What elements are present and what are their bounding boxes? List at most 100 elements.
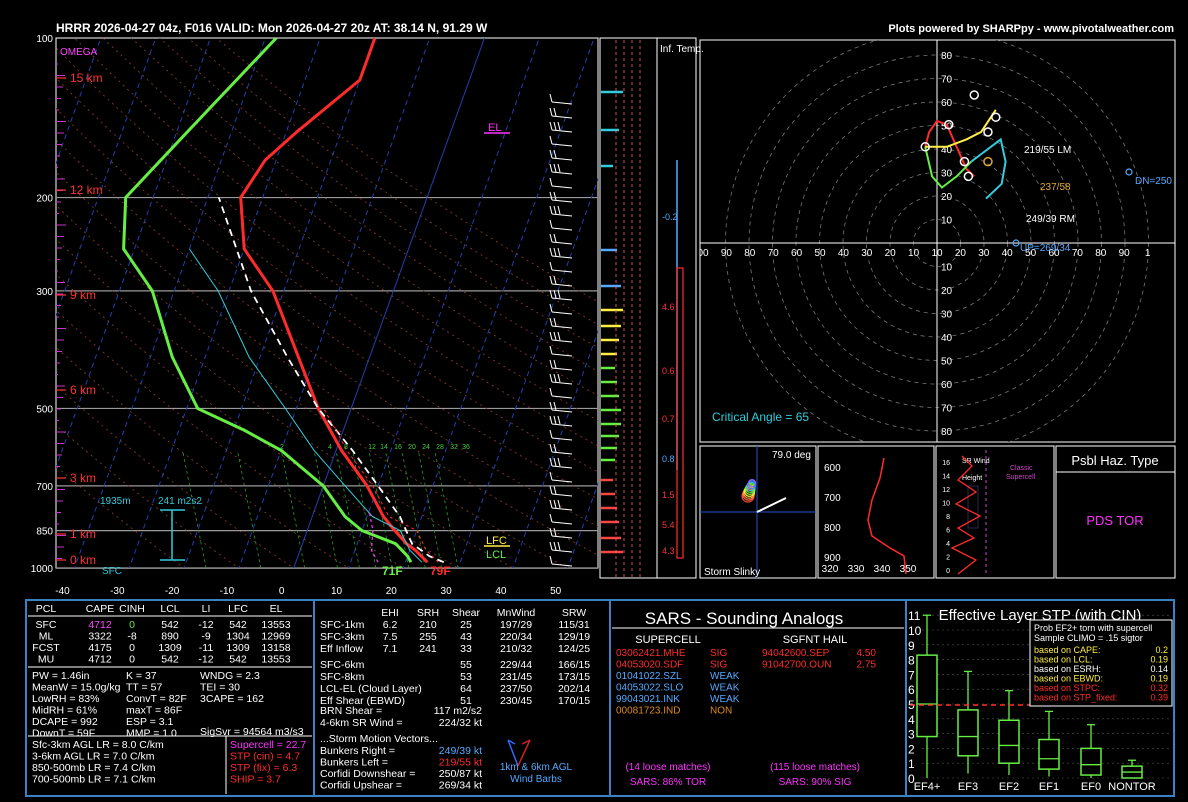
inflow-value: 0.8 <box>662 454 675 464</box>
index-item: ESP = 3.1 <box>126 716 174 728</box>
theta-y-tick: 600 <box>824 463 841 474</box>
dry-adiabat <box>56 77 598 473</box>
srwind-y-tick: 12 <box>942 487 950 494</box>
svg-text:124/25: 124/25 <box>558 643 590 655</box>
kinematic-header: SRW <box>562 607 586 619</box>
hodo-marker <box>969 90 979 100</box>
srwind-y-tick: 8 <box>946 514 950 521</box>
hodo-segment <box>970 137 1007 200</box>
hodo-axis-label: 30 <box>861 248 873 259</box>
wind-barb <box>549 163 573 175</box>
kinematic-header: EHI <box>381 607 399 619</box>
wind-barb <box>549 555 573 567</box>
mixing-ratio-label: 32 <box>450 444 458 451</box>
svg-text:0.39: 0.39 <box>1150 693 1168 703</box>
hodo-ring-label: 30 <box>941 310 953 321</box>
svg-text:Corfidi Downshear =: Corfidi Downshear = <box>320 768 415 780</box>
stp-prob-sub: Sample CLIMO = .15 sigtor <box>1034 633 1143 643</box>
svg-text:SFC-3km: SFC-3km <box>320 631 365 643</box>
temp-tick: 30 <box>441 586 453 597</box>
sars-hail-head: SGFNT HAIL <box>783 634 848 646</box>
hodo-marker <box>963 171 974 182</box>
svg-text:SFC-8km: SFC-8km <box>320 671 365 683</box>
wind-barb <box>549 415 573 427</box>
svg-text:129/19: 129/19 <box>558 631 590 643</box>
svg-text:01041022.SZL: 01041022.SZL <box>616 671 682 682</box>
stp-y-tick: 3 <box>908 728 915 742</box>
svg-text:269/34 kt: 269/34 kt <box>439 780 482 792</box>
index-item: DCAPE = 992 <box>32 716 98 728</box>
svg-text:255: 255 <box>419 631 437 643</box>
svg-text:13553: 13553 <box>261 619 290 631</box>
wind-barb <box>549 219 573 231</box>
sfc-label: SFC <box>102 566 122 577</box>
svg-text:00081723.IND: 00081723.IND <box>616 706 681 717</box>
theta-e-trace <box>867 457 907 575</box>
wind-barb <box>549 471 573 483</box>
temp-tick: -40 <box>55 586 70 597</box>
svg-text:3322: 3322 <box>88 631 112 643</box>
dry-adiabat <box>130 38 598 372</box>
index-item: MidRH = 61% <box>32 705 97 717</box>
parcel-row: FCST 4175 0 1309 -11 1309 13158 <box>32 642 290 654</box>
inflow-value: 0.7 <box>662 414 675 424</box>
svg-text:250/87 kt: 250/87 kt <box>439 768 482 780</box>
theta-y-tick: 700 <box>824 493 841 504</box>
height-label: 6 km <box>70 383 96 397</box>
wind-barb <box>549 443 573 455</box>
height-label: 1 km <box>70 527 96 541</box>
svg-text:4175: 4175 <box>88 642 112 654</box>
stp-y-tick: 8 <box>908 654 915 668</box>
composite-index: Supercell = 22.7 <box>230 739 306 751</box>
svg-text:55: 55 <box>460 659 472 671</box>
mixing-ratio-labels: 2 4 8 12 14 16 20 24 28 32 36 <box>280 444 470 451</box>
svg-text:230/45: 230/45 <box>500 695 532 707</box>
srwind-axis: 16 14 12 10 8 6 4 2 0 <box>942 450 987 576</box>
svg-text:based on EBWD:: based on EBWD: <box>1034 674 1103 684</box>
isotherm <box>56 38 102 165</box>
composite-index: STP (cin) = 4.7 <box>230 751 300 763</box>
svg-text:210: 210 <box>419 619 437 631</box>
height-label: 3 km <box>70 471 96 485</box>
dry-adiabat <box>56 309 405 568</box>
sharppy-display: HRRR 2026-04-27 04z, F016 VALID: Mon 202… <box>25 21 1176 797</box>
height-label: 0 km <box>70 553 96 567</box>
stp-y-tick: 6 <box>908 683 915 697</box>
svg-text:0.14: 0.14 <box>1150 664 1168 674</box>
stp-y-tick: 10 <box>908 624 922 638</box>
mixing-ratio-label: 20 <box>408 444 416 451</box>
theta-x-tick: 330 <box>848 564 865 575</box>
svg-text:based on STPC:: based on STPC: <box>1034 683 1100 693</box>
svg-text:542: 542 <box>229 654 247 666</box>
svg-text:241: 241 <box>419 643 437 655</box>
sfc-dewpoint: 71F <box>382 564 403 578</box>
sars-supercell-pct: SARS: 86% TOR <box>630 777 706 788</box>
skewt-profiles <box>122 38 445 564</box>
composite-index: SHIP = 3.7 <box>230 774 281 786</box>
wind-barb <box>549 135 573 147</box>
pressure-tick: 300 <box>36 287 53 298</box>
index-item: 3CAPE = 162 <box>200 693 264 705</box>
temp-tick: 40 <box>495 586 507 597</box>
lapse-rate: 3-6km AGL LR = 7.0 C/km <box>32 751 155 763</box>
hodo-axis-label: 80 <box>744 248 756 259</box>
svg-text:115/31: 115/31 <box>558 619 589 631</box>
hodo-axis-label: 40 <box>838 248 850 259</box>
srwind-y-tick: 2 <box>946 555 950 562</box>
wind-barb <box>549 303 573 315</box>
hodo-dn-marker <box>1125 168 1133 176</box>
temp-tick: -20 <box>165 586 180 597</box>
svg-text:0: 0 <box>129 642 135 654</box>
srwind-supercell: Supercell <box>1006 474 1036 481</box>
wind-barb <box>549 233 573 245</box>
svg-text:MU: MU <box>38 654 54 666</box>
svg-text:LCL-EL (Cloud Layer): LCL-EL (Cloud Layer) <box>320 683 422 695</box>
hodo-dn-label: DN=250 <box>1135 176 1172 187</box>
hodo-rm-label: 249/39 RM <box>1026 214 1075 225</box>
isotherm <box>128 38 321 568</box>
wind-barb <box>549 513 573 525</box>
svg-text:03062421.MHE: 03062421.MHE <box>616 648 686 659</box>
inflow-values: -0.2 4.6 0.6 0.7 0.8 1.5 5.4 4.3 <box>662 212 678 556</box>
parcel-header: CAPE <box>86 603 115 615</box>
svg-text:542: 542 <box>161 619 179 631</box>
